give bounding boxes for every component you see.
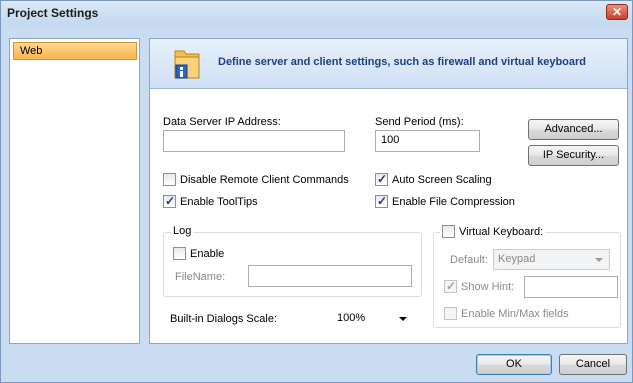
virtual-keyboard-label: Virtual Keyboard: (459, 225, 544, 238)
panel-header: Define server and client settings, such … (150, 39, 627, 89)
show-hint-checkbox[interactable]: Show Hint: (444, 279, 515, 293)
close-button[interactable]: ✕ (606, 4, 628, 20)
vk-default-label: Default: (450, 254, 488, 266)
window-title: Project Settings (7, 6, 99, 20)
data-server-ip-label: Data Server IP Address: (163, 116, 281, 128)
chevron-down-icon (399, 317, 407, 321)
file-compression-check[interactable] (375, 194, 388, 208)
folder-info-icon (174, 50, 200, 79)
minmax-checkbox[interactable]: Enable Min/Max fields (444, 307, 569, 320)
dialogs-scale-select[interactable]: 100% (332, 308, 414, 329)
send-period-label: Send Period (ms): (375, 116, 464, 128)
advanced-button[interactable]: Advanced... (528, 119, 619, 140)
close-icon: ✕ (611, 5, 623, 19)
filename-input[interactable] (248, 265, 412, 287)
ip-security-button[interactable]: IP Security... (528, 145, 619, 166)
send-period-input[interactable]: 100 (375, 130, 480, 152)
auto-scaling-check[interactable] (375, 172, 388, 186)
show-hint-label: Show Hint: (461, 280, 515, 293)
sidebar-item-web[interactable]: Web (13, 42, 137, 60)
minmax-check[interactable] (444, 307, 457, 320)
disable-remote-label: Disable Remote Client Commands (180, 173, 349, 186)
header-description: Define server and client settings, such … (218, 56, 587, 68)
show-hint-input[interactable] (524, 276, 618, 298)
log-enable-checkbox[interactable]: Enable (173, 247, 224, 260)
virtual-keyboard-checkbox[interactable]: Virtual Keyboard: (440, 225, 546, 238)
log-group: Log Enable FileName: (163, 225, 422, 297)
settings-panel: Define server and client settings, such … (149, 38, 628, 344)
log-group-title: Log (171, 225, 194, 237)
dialogs-scale-label: Built-in Dialogs Scale: (170, 313, 277, 325)
dialogs-scale-value: 100% (337, 312, 366, 324)
log-enable-check[interactable] (173, 247, 186, 260)
enable-tooltips-label: Enable ToolTips (180, 195, 258, 208)
title-bar: Project Settings ✕ (1, 1, 632, 25)
cancel-button[interactable]: Cancel (559, 354, 627, 375)
send-period-value: 100 (381, 134, 400, 146)
ok-button[interactable]: OK (476, 354, 552, 375)
auto-scaling-label: Auto Screen Scaling (392, 173, 492, 186)
filename-label: FileName: (175, 271, 226, 283)
disable-remote-checkbox[interactable]: Disable Remote Client Commands (163, 173, 349, 186)
virtual-keyboard-check[interactable] (442, 225, 455, 238)
enable-tooltips-check[interactable] (163, 194, 176, 208)
virtual-keyboard-group: Virtual Keyboard: Default: Keypad Show H… (433, 225, 621, 328)
sidebar: Web (9, 38, 140, 344)
vk-default-value: Keypad (498, 253, 536, 265)
vk-default-select[interactable]: Keypad (493, 249, 610, 270)
file-compression-label: Enable File Compression (392, 195, 515, 208)
data-server-ip-input[interactable] (163, 130, 345, 152)
chevron-down-icon (595, 258, 603, 262)
project-settings-window: Project Settings ✕ Web Define server and… (0, 0, 633, 383)
disable-remote-check[interactable] (163, 173, 176, 186)
enable-tooltips-checkbox[interactable]: Enable ToolTips (163, 194, 258, 208)
auto-scaling-checkbox[interactable]: Auto Screen Scaling (375, 172, 492, 186)
sidebar-item-label: Web (20, 45, 43, 57)
minmax-label: Enable Min/Max fields (461, 307, 569, 320)
show-hint-check[interactable] (444, 279, 457, 293)
file-compression-checkbox[interactable]: Enable File Compression (375, 194, 515, 208)
log-enable-label: Enable (190, 247, 225, 260)
